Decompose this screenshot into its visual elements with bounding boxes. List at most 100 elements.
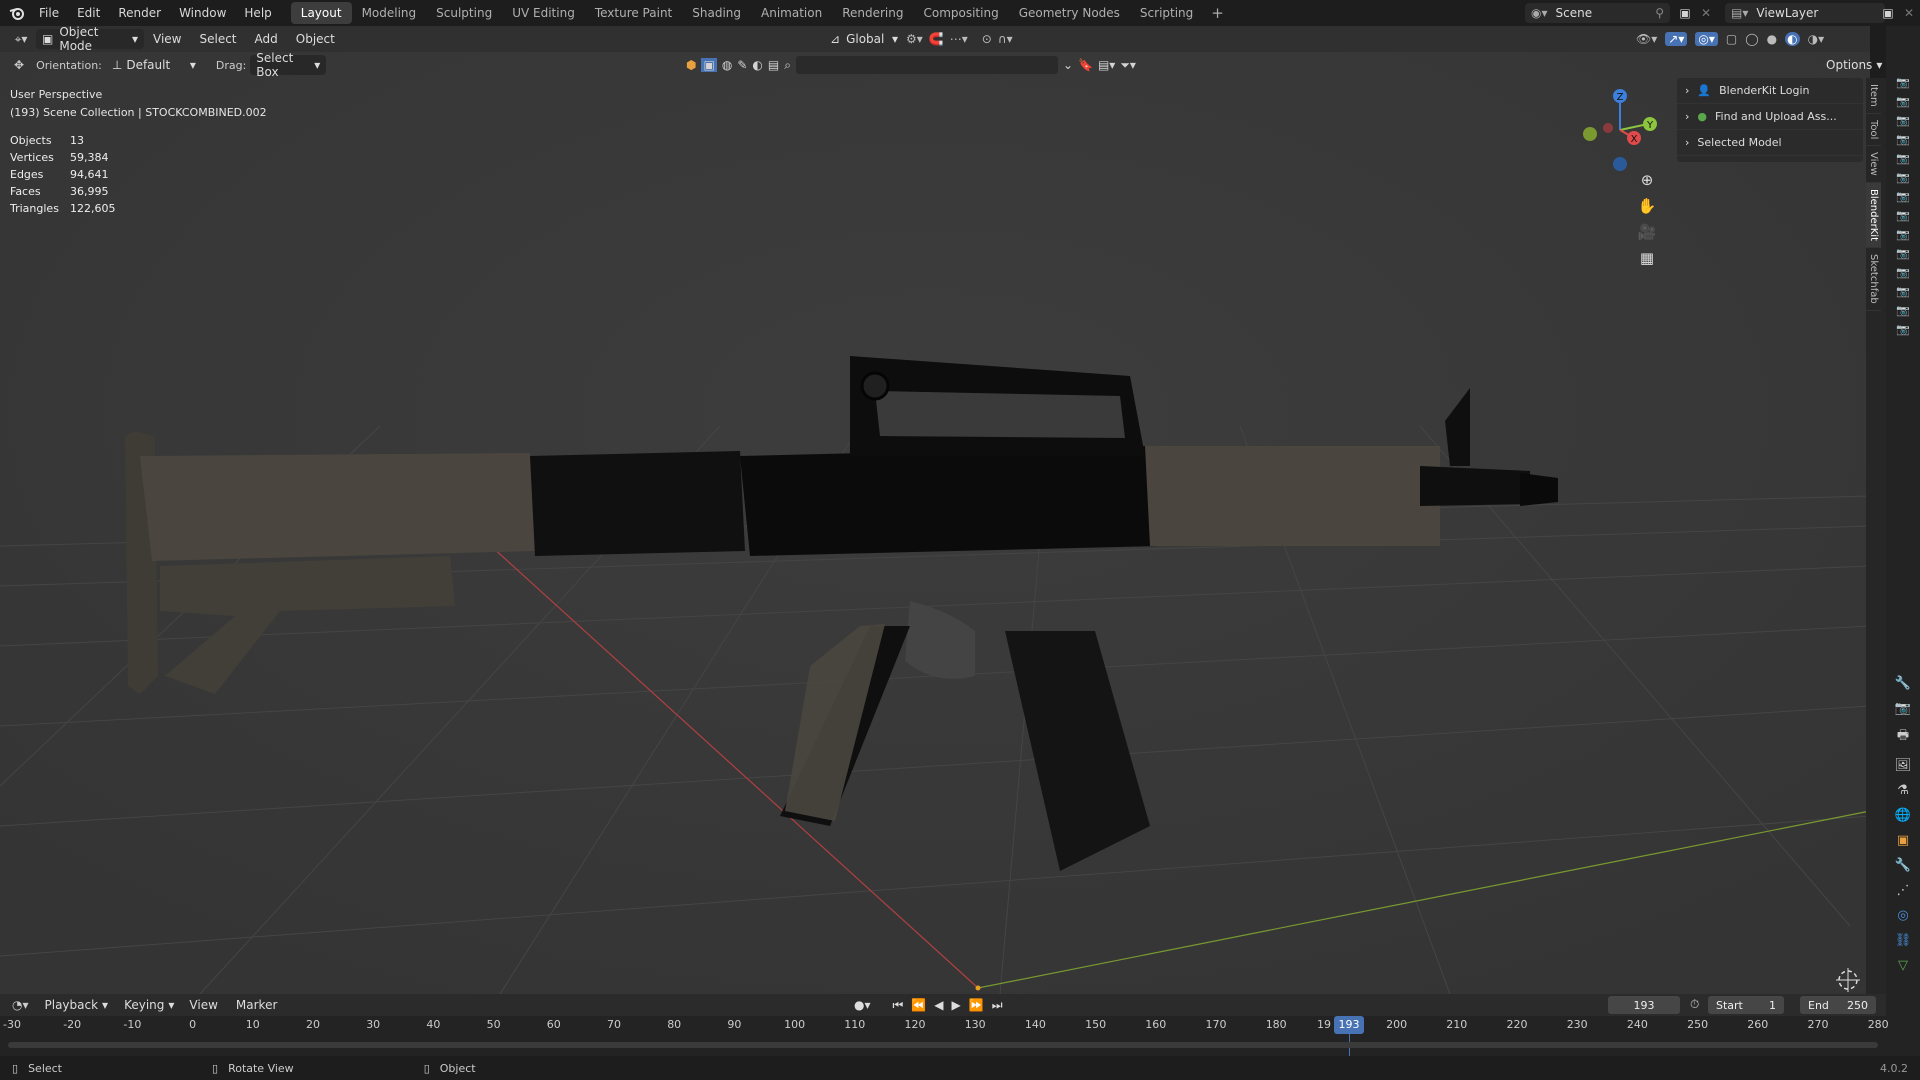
tab-animation[interactable]: Animation xyxy=(751,2,832,24)
tab-shading[interactable]: Shading xyxy=(682,2,751,24)
end-frame-field[interactable]: End 250 xyxy=(1800,996,1876,1014)
cube-icon[interactable]: ⬢ xyxy=(686,58,696,72)
blender-logo-icon[interactable] xyxy=(4,0,30,26)
camera-icon[interactable]: 📷 xyxy=(1896,247,1910,260)
tab-rendering[interactable]: Rendering xyxy=(832,2,913,24)
next-keyframe-icon[interactable]: ⏩ xyxy=(969,998,984,1013)
menu-window[interactable]: Window xyxy=(170,0,235,26)
camera-icon[interactable]: 📷 xyxy=(1896,171,1910,184)
tab-sculpting[interactable]: Sculpting xyxy=(426,2,502,24)
rendered-shading-icon[interactable]: ◑▾ xyxy=(1808,32,1825,46)
playhead[interactable]: 193 xyxy=(1334,1016,1364,1034)
filter-icon[interactable]: ⏷▾ xyxy=(1120,58,1136,73)
add-menu[interactable]: Add xyxy=(246,32,287,46)
menu-edit[interactable]: Edit xyxy=(68,0,109,26)
panel-find-upload[interactable]: › ● Find and Upload Ass... xyxy=(1677,104,1863,130)
panel-selected-model[interactable]: › Selected Model xyxy=(1677,130,1863,156)
timeline-ruler[interactable]: -30 -20 -10 0 10 20 30 40 50 60 70 80 90 100 110 120 130… xyxy=(0,1016,1889,1056)
scene-selector[interactable]: ◉▾ Scene ⚲ xyxy=(1525,3,1670,23)
jump-end-icon[interactable]: ⏭ xyxy=(992,998,1003,1013)
output-properties-icon[interactable]: 🖶 xyxy=(1897,726,1909,748)
visibility-icon[interactable]: 👁▾ xyxy=(1636,32,1657,46)
constraints-properties-icon[interactable]: ⛓ xyxy=(1895,933,1912,948)
camera-icon[interactable]: 📷 xyxy=(1896,133,1910,146)
tool-properties-icon[interactable]: 🔧 xyxy=(1895,676,1911,691)
tab-view[interactable]: View xyxy=(1866,146,1881,183)
timeline-scrollbar[interactable] xyxy=(8,1042,1878,1048)
start-frame-field[interactable]: Start 1 xyxy=(1708,996,1784,1014)
camera-view-icon[interactable]: 🎥 xyxy=(1636,222,1658,242)
play-reverse-icon[interactable]: ◀ xyxy=(934,998,943,1013)
camera-icon[interactable]: 📷 xyxy=(1896,304,1910,317)
tab-tool[interactable]: Tool xyxy=(1866,114,1881,147)
tab-item[interactable]: Item xyxy=(1866,78,1881,114)
view-menu[interactable]: View xyxy=(144,32,190,46)
wireframe-shading-icon[interactable]: ◯ xyxy=(1745,32,1758,46)
add-workspace-button[interactable]: + xyxy=(1203,4,1232,22)
tab-modeling[interactable]: Modeling xyxy=(352,2,427,24)
new-scene-icon[interactable]: ▣ xyxy=(1674,3,1696,23)
snap-target-icon[interactable]: ⋯▾ xyxy=(950,32,968,46)
material-icon[interactable]: ◍ xyxy=(722,58,732,72)
pivot-point-icon[interactable]: ⚙▾ xyxy=(906,32,923,46)
drag-dropdown[interactable]: Select Box ▾ xyxy=(250,51,327,79)
delete-view-layer-icon[interactable]: ✕ xyxy=(1898,3,1920,23)
world-properties-icon[interactable]: 🌐 xyxy=(1895,808,1911,823)
tab-uv-editing[interactable]: UV Editing xyxy=(502,2,585,24)
tab-geometry-nodes[interactable]: Geometry Nodes xyxy=(1009,2,1130,24)
editor-type-icon[interactable]: ⌖▾ xyxy=(10,29,32,49)
keying-menu[interactable]: Keying ▾ xyxy=(118,995,180,1015)
asset-search-input[interactable] xyxy=(795,56,1058,74)
layout-icon[interactable]: ▤▾ xyxy=(1098,58,1115,72)
camera-icon[interactable]: 📷 xyxy=(1896,266,1910,279)
view-layer-selector[interactable]: ▤▾ ViewLayer xyxy=(1725,3,1885,23)
play-icon[interactable]: ▶ xyxy=(952,998,961,1013)
stopwatch-icon[interactable]: ⏱ xyxy=(1690,997,1699,1012)
new-view-layer-icon[interactable]: ▣ xyxy=(1877,3,1899,23)
menu-file[interactable]: File xyxy=(30,0,68,26)
scene-properties-icon[interactable]: ⚗ xyxy=(1897,783,1909,798)
particles-properties-icon[interactable]: ⋰ xyxy=(1897,883,1910,898)
falloff-icon[interactable]: ∩▾ xyxy=(998,32,1013,46)
timeline-editor-icon[interactable]: ◔▾ xyxy=(12,998,29,1012)
overlay-toggle-icon[interactable]: ◎▾ xyxy=(1695,32,1718,46)
chevron-down-icon[interactable]: ⌄ xyxy=(1063,58,1073,72)
marker-menu[interactable]: Marker xyxy=(227,998,286,1012)
menu-help[interactable]: Help xyxy=(235,0,280,26)
camera-icon[interactable]: 📷 xyxy=(1896,323,1910,336)
zoom-icon[interactable]: ⊕ xyxy=(1636,170,1658,190)
menu-render[interactable]: Render xyxy=(109,0,170,26)
modifier-properties-icon[interactable]: 🔧 xyxy=(1895,858,1911,873)
pan-hand-icon[interactable]: ✋ xyxy=(1636,196,1658,216)
timeline-view-menu[interactable]: View xyxy=(180,998,226,1012)
view-layer-properties-icon[interactable]: 🖼 xyxy=(1895,758,1912,773)
search-icon[interactable]: ⌕ xyxy=(784,58,791,73)
tab-texture-paint[interactable]: Texture Paint xyxy=(585,2,682,24)
snap-icon[interactable]: 🧲 xyxy=(929,32,944,46)
select-menu[interactable]: Select xyxy=(190,32,245,46)
playback-menu[interactable]: Playback ▾ xyxy=(39,995,115,1015)
bookmark-icon[interactable]: 🔖 xyxy=(1078,58,1093,72)
panel-blenderkit-login[interactable]: › 👤 BlenderKit Login xyxy=(1677,78,1863,104)
object-properties-icon[interactable]: ▣ xyxy=(1897,833,1909,848)
transform-orientation-dropdown[interactable]: ⊿ Global ▾ xyxy=(824,29,904,49)
pin-icon[interactable]: ⚲ xyxy=(1655,6,1664,20)
mode-dropdown[interactable]: ▣ Object Mode ▾ xyxy=(36,25,144,53)
jump-start-icon[interactable]: ⏮ xyxy=(893,998,904,1013)
delete-scene-icon[interactable]: ✕ xyxy=(1695,3,1717,23)
tab-sketchfab[interactable]: Sketchfab xyxy=(1866,248,1881,311)
tab-layout[interactable]: Layout xyxy=(290,2,352,24)
orientation-dropdown[interactable]: ⊥ Default ▾ xyxy=(106,55,202,75)
proportional-edit-icon[interactable]: ⊙ xyxy=(982,32,992,46)
record-icon[interactable]: ●▾ xyxy=(854,998,871,1013)
render-properties-icon[interactable]: 📷 xyxy=(1895,701,1911,716)
xray-icon[interactable]: ▢ xyxy=(1726,32,1737,46)
data-properties-icon[interactable]: ▽ xyxy=(1898,958,1908,973)
camera-icon[interactable]: 📷 xyxy=(1896,114,1910,127)
camera-icon[interactable]: 📷 xyxy=(1896,95,1910,108)
material-shading-icon[interactable]: ◐ xyxy=(1785,32,1800,46)
options-dropdown[interactable]: Options ▾ xyxy=(1820,55,1882,75)
object-menu[interactable]: Object xyxy=(287,32,344,46)
world-icon[interactable]: ◐ xyxy=(752,58,762,72)
camera-icon[interactable]: 📷 xyxy=(1896,285,1910,298)
